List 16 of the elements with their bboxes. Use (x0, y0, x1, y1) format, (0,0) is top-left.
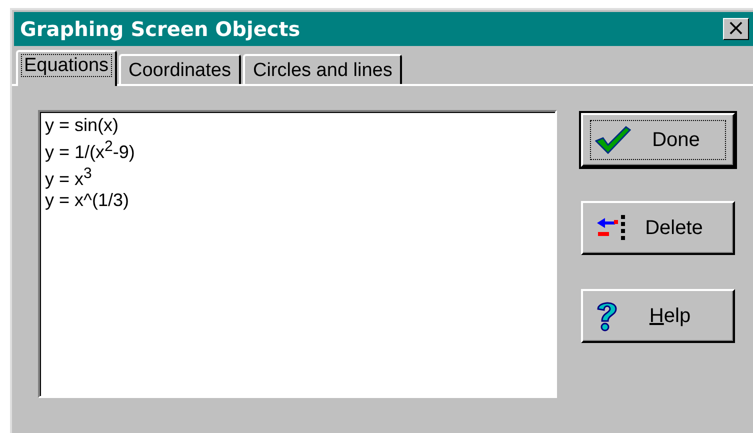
tab[interactable]: Equations (16, 50, 117, 86)
window-title: Graphing Screen Objects (20, 17, 300, 41)
list-item[interactable]: y = sin(x) (45, 115, 550, 136)
list-item[interactable]: y = x^(1/3) (45, 190, 550, 211)
tab[interactable]: Circles and lines (242, 54, 402, 84)
done-button[interactable]: Done (581, 113, 735, 167)
delete-lines-icon (595, 215, 627, 241)
delete-button[interactable]: Delete (581, 201, 735, 255)
checkmark-icon (595, 126, 631, 154)
equation-list[interactable]: y = sin(x) y = 1/(x$^{2}$-9) y = x$^{3}$ y = x^(1/3) (38, 110, 557, 398)
list-item[interactable]: y = 1/(x$^{2}$-9) (45, 136, 550, 163)
question-mark-icon (595, 300, 619, 332)
help-button[interactable]: Help (581, 289, 735, 343)
list-item[interactable]: y = x$^{3}$ (45, 163, 550, 190)
tab[interactable]: Coordinates (118, 54, 241, 84)
close-button[interactable]: × (723, 18, 749, 40)
